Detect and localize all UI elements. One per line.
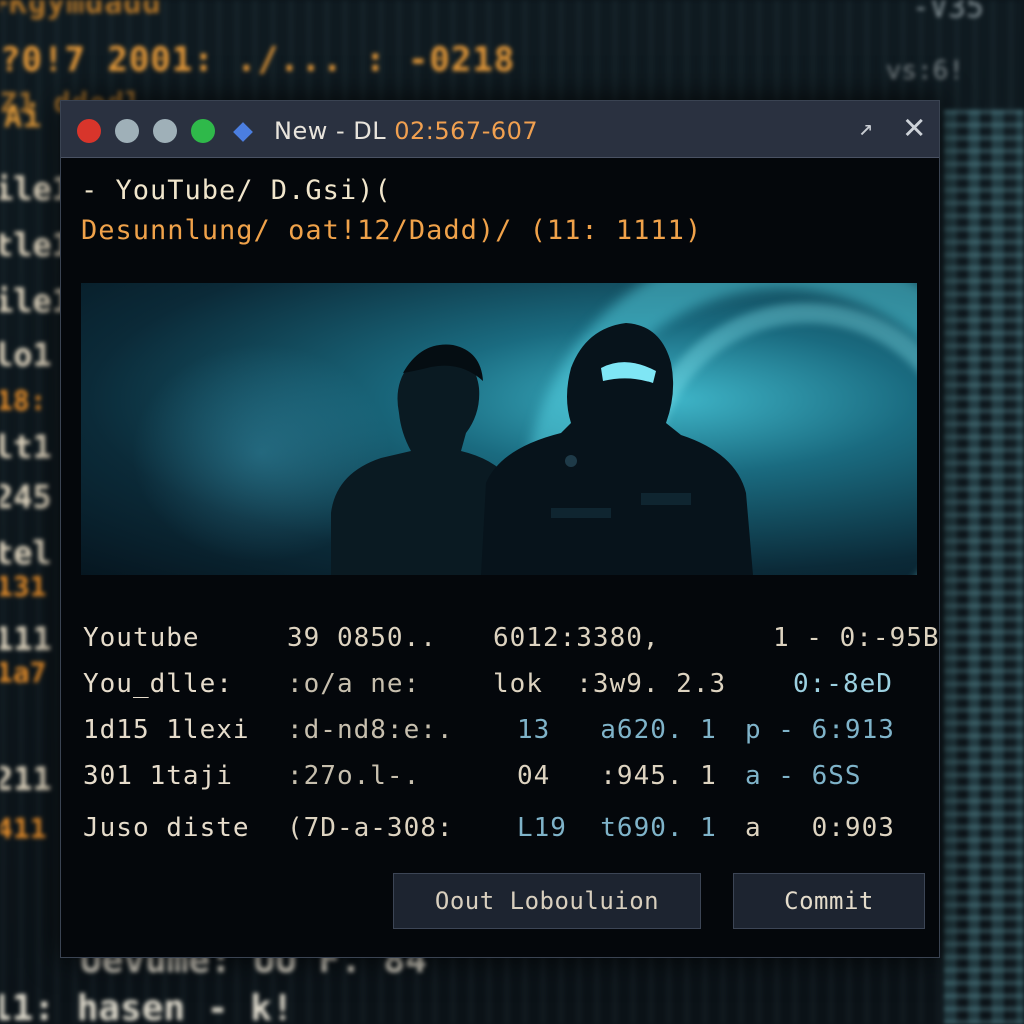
- row-col1: :d-nd8:e:.: [287, 715, 454, 745]
- row-col3: 0:-8eD: [793, 669, 893, 699]
- window-title-text: New - DL: [274, 117, 387, 145]
- bg-label: 111: [0, 620, 52, 658]
- bg-label: 18:: [0, 384, 47, 417]
- bg-line: ?0!7 2001: ./... : -0218: [0, 40, 516, 80]
- bg-label: 245: [0, 478, 52, 516]
- bg-line: 11: hasen - k!: [0, 988, 294, 1024]
- video-header: - YouTube/ D.Gsi)( Desunnlung/ oat!12/Dad…: [81, 171, 702, 251]
- bg-label: 131: [0, 570, 47, 603]
- bg-line: vs:6!: [885, 56, 964, 86]
- row-col3: p - 6:913: [745, 715, 895, 745]
- row-col2: L19 t690. 1: [517, 813, 717, 843]
- header-line-2: Desunnlung/ oat!12/Dadd)/ (11: 1111): [81, 215, 703, 246]
- window-title-code: 02:567-607: [394, 117, 539, 145]
- header-line-1: - YouTube/ D.Gsi)(: [81, 175, 392, 206]
- bg-label: 211: [0, 760, 52, 798]
- title-bar[interactable]: New - DL 02:567-607 ↗ ✕: [61, 101, 939, 158]
- row-col1: :27o.l-.: [287, 761, 421, 791]
- bg-label: 1a7: [0, 656, 47, 689]
- app-diamond-icon: [233, 122, 253, 142]
- row-name: You_dlle:: [83, 669, 233, 699]
- maximize-dot-button[interactable]: [191, 119, 215, 143]
- downloader-window: New - DL 02:567-607 ↗ ✕ - YouTube/ D.Gsi…: [60, 100, 940, 958]
- row-col2: lok :3w9. 2.3: [493, 669, 727, 699]
- window-title: New - DL 02:567-607: [274, 117, 538, 145]
- commit-button[interactable]: Commit: [733, 873, 925, 929]
- minimize-arrow-icon[interactable]: ↗: [859, 113, 873, 141]
- row-name: 1d15 1lexi: [83, 715, 250, 745]
- bg-line: +Kgymdadd: [0, 0, 162, 21]
- row-col1: :o/a ne:: [287, 669, 421, 699]
- row-col2: 6012:3380,: [493, 623, 660, 653]
- bg-label: lo1: [0, 336, 52, 374]
- row-name: Juso diste: [83, 813, 250, 843]
- bg-label: lt1: [0, 428, 52, 466]
- row-col3: a - 6SS: [745, 761, 862, 791]
- window-dot-button[interactable]: [115, 119, 139, 143]
- bg-line: -V35: [911, 0, 984, 25]
- thumbnail-figures: [331, 323, 753, 575]
- bg-label: 411: [0, 812, 47, 845]
- bg-line: Ai: [4, 100, 43, 135]
- row-col3: a 0:903: [745, 813, 895, 843]
- bg-bars: [944, 110, 1024, 1024]
- row-col1: 39 0850..: [287, 623, 437, 653]
- window-dot-button[interactable]: [153, 119, 177, 143]
- row-name: 301 1taji: [83, 761, 233, 791]
- video-thumbnail[interactable]: [81, 283, 917, 575]
- bg-label: tel: [0, 534, 52, 572]
- close-dot-button[interactable]: [77, 119, 101, 143]
- row-col2: 04 :945. 1: [517, 761, 717, 791]
- row-col2: 13 a620. 1: [517, 715, 717, 745]
- row-col3: 1 - 0:-95B: [773, 623, 940, 653]
- out-location-button[interactable]: Oout Lobouluion: [393, 873, 701, 929]
- list-item[interactable]: Juso diste (7D-a-308: L19 t690. 1 a 0:90…: [83, 813, 894, 993]
- row-col1: (7D-a-308:: [287, 813, 454, 843]
- row-name: Youtube: [83, 623, 200, 653]
- close-icon[interactable]: ✕: [903, 109, 925, 145]
